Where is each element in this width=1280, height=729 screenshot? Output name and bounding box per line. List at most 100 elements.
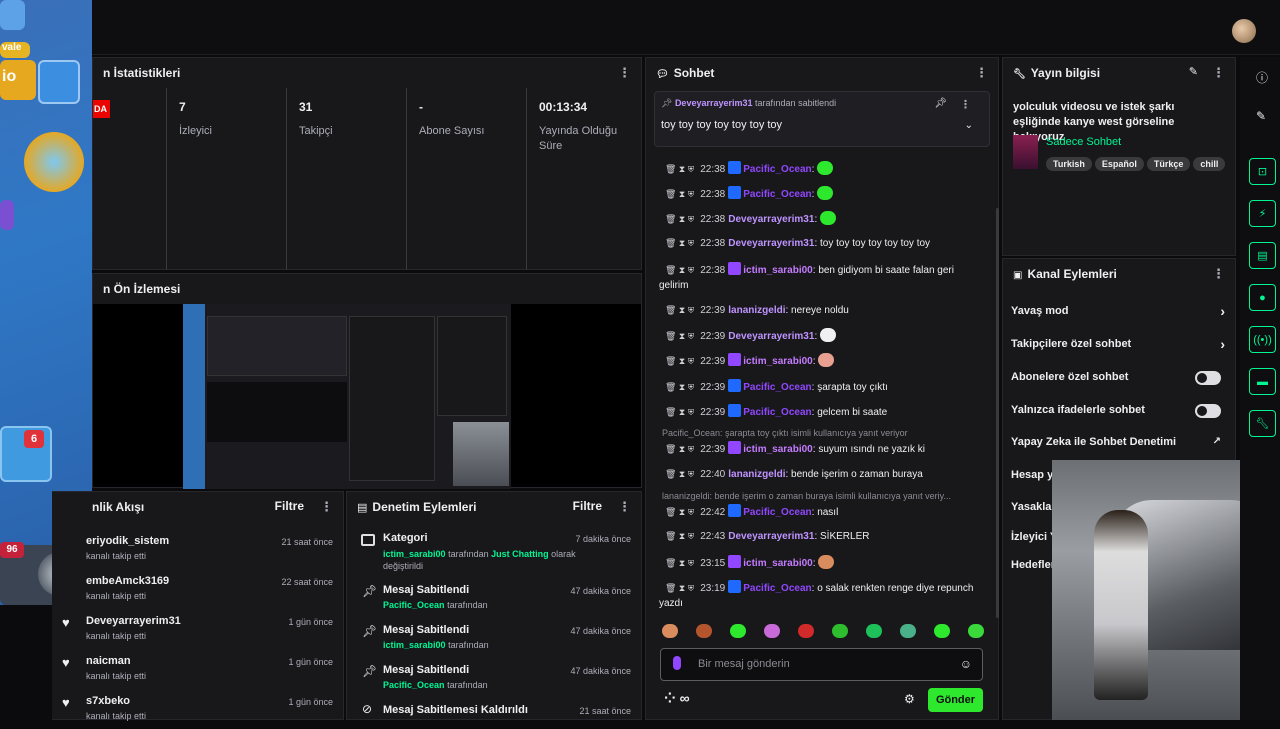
reply-context[interactable]: lananizgeldi: bende işerim o zaman buray… [662,491,982,501]
emote-image[interactable] [820,328,836,342]
chat-username[interactable]: ictim_sarabi00 [743,558,813,569]
gear-icon[interactable]: ⚙ [904,692,915,706]
broadcast-icon[interactable]: ((•)) [1249,326,1276,353]
notes-icon[interactable]: ▤ [1249,242,1276,269]
user-badge-icon[interactable] [728,504,742,517]
emote-only-toggle[interactable] [1195,404,1221,418]
activity-item[interactable]: eriyodik_sistem kanalı takip etti 21 saat … [52,529,343,569]
more-icon[interactable]: ⋮ [320,499,333,515]
emote-image[interactable] [817,161,834,175]
chat-message[interactable]: 🗑︎ ⧗ ⛨ 22:39 Pacific_Ocean: şarapta toy çı… [659,379,984,395]
more-icon[interactable]: ⋮ [1212,266,1225,282]
chat-username[interactable]: Deveyarrayerim31 [728,531,814,542]
mod-icons[interactable]: 🗑︎ ⧗ ⛨ [665,265,694,275]
mod-icons[interactable]: 🗑︎ ⧗ ⛨ [665,469,694,479]
chat-username[interactable]: ictim_sarabi00 [743,356,813,367]
user-badge-icon[interactable] [728,404,742,417]
mod-icons[interactable]: 🗑︎ ⧗ ⛨ [665,444,694,454]
unpin-button[interactable]: 📌︎ [934,98,947,109]
send-button[interactable]: Gönder [928,688,983,712]
lightning-icon[interactable]: ⚡︎ [1249,200,1276,227]
chat-message[interactable]: 🗑︎ ⧗ ⛨ 22:39 Pacific_Ocean: gelcem bi saat… [659,404,984,420]
chat-username[interactable]: Deveyarrayerim31 [728,331,814,342]
user-badge-icon[interactable] [728,161,742,174]
wrench-icon[interactable]: 🔧︎ [1249,410,1276,437]
filter-button[interactable]: Filtre [275,499,304,515]
chat-message[interactable]: 🗑︎ ⧗ ⛨ 22:38 Pacific_Ocean: [659,161,984,177]
chat-message[interactable]: 🗑︎ ⧗ ⛨ 23:15 ictim_sarabi00: [659,555,984,571]
emote-image[interactable] [818,353,835,367]
chat-username[interactable]: lananizgeldi [728,305,785,316]
mod-icons[interactable]: 🗑︎ ⧗ ⛨ [665,407,694,417]
tag[interactable]: Türkçe [1146,157,1191,171]
ai-moderation-item[interactable]: Yapay Zeka ile Sohbet Denetimi ↗ [1011,436,1225,456]
clip-icon[interactable]: ⊡ [1249,158,1276,185]
slow-mode-item[interactable]: Yavaş mod › [1011,303,1225,325]
tag[interactable]: Español [1094,157,1144,171]
chat-bubble-icon[interactable]: ● [1249,284,1276,311]
chat-message[interactable]: 🗑︎ ⧗ ⛨ 22:38 ictim_sarabi00: ben gidiyom b… [659,262,984,293]
category-thumbnail[interactable] [1013,135,1038,169]
emote-image[interactable] [820,211,836,225]
activity-item[interactable]: ♥ Deveyarrayerim31 kanalı takip etti 1 gün … [52,609,343,649]
mod-item[interactable]: Kategori 7 dakika önce ictim_sarabi00 ta… [347,530,641,574]
chat-message[interactable]: 🗑︎ ⧗ ⛨ 23:19 Pacific_Ocean: o salak renkte… [659,580,984,611]
chevron-down-icon[interactable]: ⌄ [965,120,973,131]
chat-message[interactable]: 🗑︎ ⧗ ⛨ 22:38 Pacific_Ocean: [659,186,984,202]
user-badge-icon[interactable] [728,186,742,199]
info-icon[interactable]: ⓘ [1256,69,1268,86]
more-icon[interactable]: ⋮ [1212,65,1225,81]
mod-icons[interactable]: 🗑︎ ⧗ ⛨ [665,531,694,541]
activity-item[interactable]: ♥ naicman kanalı takip etti 1 gün önce [52,649,343,689]
edit-icon[interactable]: ✎ [1256,109,1266,123]
mod-user[interactable]: Pacific_Ocean [383,600,445,610]
chat-username[interactable]: lananizgeldi [728,469,785,480]
chat-username[interactable]: Pacific_Ocean [743,583,811,594]
edit-icon[interactable]: ✎ [1189,65,1198,81]
chat-username[interactable]: Pacific_Ocean [743,507,811,518]
chat-message[interactable]: 🗑︎ ⧗ ⛨ 22:42 Pacific_Ocean: nasıl [659,504,984,520]
mod-icons[interactable]: 🗑︎ ⧗ ⛨ [665,507,694,517]
mod-icons[interactable]: 🗑︎ ⧗ ⛨ [665,305,694,315]
emote-image[interactable] [817,186,834,200]
pinned-message[interactable]: 📌︎ Deveyarrayerim31 tarafından sabitlend… [654,91,990,147]
mod-user[interactable]: ictim_sarabi00 [383,640,446,650]
user-badge-icon[interactable] [728,379,742,392]
chat-message[interactable]: 🗑︎ ⧗ ⛨ 22:38 Deveyarrayerim31: toy toy toy… [659,236,984,251]
stream-preview[interactable] [183,304,511,489]
subscribers-only-item[interactable]: Abonelere özel sohbet [1011,371,1225,391]
mod-icons[interactable]: 🗑︎ ⧗ ⛨ [665,238,694,248]
mod-icons[interactable]: 🗑︎ ⧗ ⛨ [665,164,694,174]
tag[interactable]: Turkish [1046,157,1092,171]
chat-username[interactable]: Pacific_Ocean [743,407,811,418]
chat-username[interactable]: Pacific_Ocean [743,382,811,393]
chat-message[interactable]: 🗑︎ ⧗ ⛨ 22:38 Deveyarrayerim31: [659,211,984,227]
emoji-icon[interactable]: ☺ [960,657,972,671]
chat-input[interactable]: Bir mesaj gönderin ☺ [660,648,983,681]
chat-message[interactable]: 🗑︎ ⧗ ⛨ 22:40 lananizgeldi: bende işerim o … [659,467,984,482]
mod-icons[interactable]: 🗑︎ ⧗ ⛨ [665,356,694,366]
mod-icons[interactable]: 🗑︎ ⧗ ⛨ [665,558,694,568]
layout-icon[interactable]: ▬ [1249,368,1276,395]
mod-item[interactable]: ⊘ Mesaj Sabitlemesi Kaldırıldı 21 saat ö… [347,702,641,722]
chat-username[interactable]: Pacific_Ocean [743,164,811,175]
chat-username[interactable]: Deveyarrayerim31 [728,238,814,249]
chat-message[interactable]: 🗑︎ ⧗ ⛨ 22:43 Deveyarrayerim31: SİKERLER [659,529,984,544]
user-badge-icon[interactable] [728,580,742,593]
more-icon[interactable]: ⋮ [618,65,631,81]
chat-username[interactable]: Deveyarrayerim31 [728,214,814,225]
mod-icons[interactable]: 🗑︎ ⧗ ⛨ [665,583,694,593]
filter-button[interactable]: Filtre [573,499,602,515]
mod-icons[interactable]: 🗑︎ ⧗ ⛨ [665,189,694,199]
chat-username[interactable]: Pacific_Ocean [743,189,811,200]
followers-only-item[interactable]: Takipçilere özel sohbet › [1011,336,1225,358]
subscribers-only-toggle[interactable] [1195,371,1221,385]
chat-username[interactable]: ictim_sarabi00 [743,444,813,455]
user-avatar[interactable] [1232,19,1256,43]
user-badge-icon[interactable] [728,555,742,568]
mod-item[interactable]: 📌︎ Mesaj Sabitlendi 47 dakika önce Pacif… [347,582,641,616]
chat-scrollbar[interactable] [996,208,999,618]
reply-context[interactable]: Pacific_Ocean: şarapta toy çıktı isimli … [662,428,982,438]
category-link[interactable]: Sadece Sohbet [1046,136,1121,148]
activity-item[interactable]: embeAmck3169 kanalı takip etti 22 saat önc… [52,569,343,609]
